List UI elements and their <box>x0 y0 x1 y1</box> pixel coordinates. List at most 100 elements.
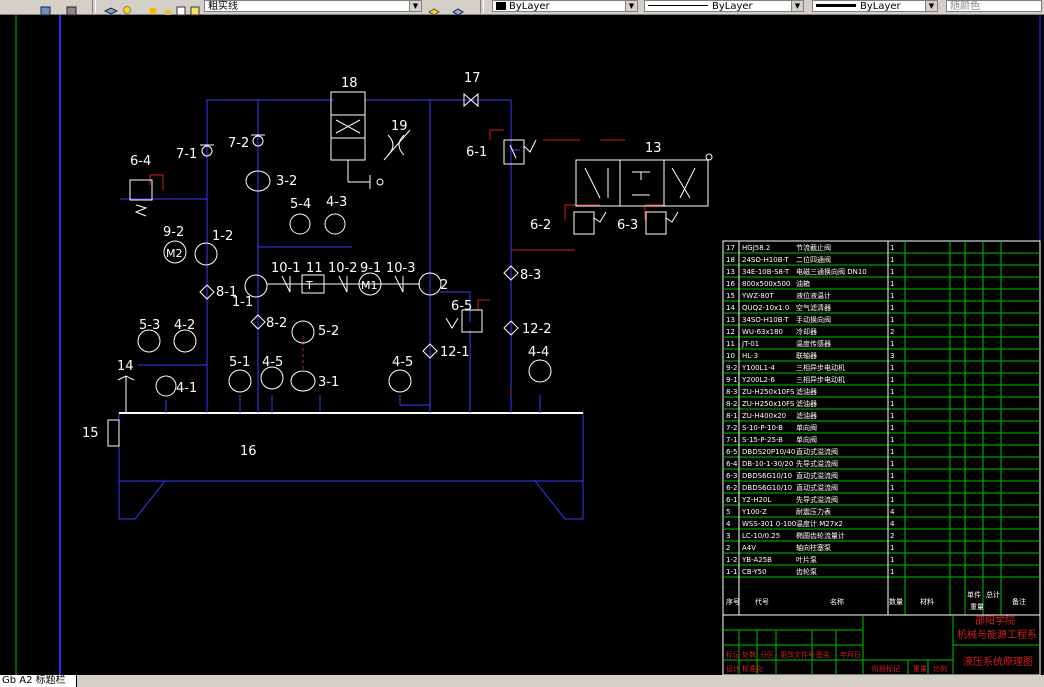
bom-cell-qty: 1 <box>890 412 894 420</box>
bom-cell-code: 34E-10B-S8-T <box>742 268 790 276</box>
bom-cell-code: YB-A25B <box>741 556 772 564</box>
bom-cell-no: 2 <box>726 544 730 552</box>
bom-cell-name: 油箱 <box>796 279 810 288</box>
lock-icon[interactable] <box>163 1 174 15</box>
bom-header-no: 序号 <box>726 597 740 606</box>
bom-header-qty: 数量 <box>889 597 903 606</box>
bom-cell-qty: 1 <box>890 316 894 324</box>
label: 6-5 <box>451 299 472 314</box>
bom-cell-qty: 1 <box>890 292 894 300</box>
bom-cell-no: 18 <box>726 256 735 264</box>
bom-cell-qty: 1 <box>890 544 894 552</box>
chevron-down-icon[interactable]: ▼ <box>925 1 937 11</box>
bom-cell-code: Y200L2-6 <box>741 376 776 384</box>
school-name: 邵阳学院 <box>975 614 1015 627</box>
label: 3-1 <box>318 375 339 390</box>
bom-cell-no: 9-2 <box>726 364 737 372</box>
bom-cell-name: 三相异步电动机 <box>796 375 845 384</box>
drawing-canvas[interactable]: 18 17 19 13 6-1 6-4 6-2 6-3 6-5 7-1 7-2 … <box>0 15 1044 684</box>
bom-cell-no: 5 <box>726 508 730 516</box>
chevron-down-icon[interactable]: ▼ <box>791 1 803 11</box>
color-combo[interactable]: ByLayer ▼ <box>492 0 638 12</box>
bom-cell-name: 单向阀 <box>796 423 817 432</box>
bom-cell-code: S-10-P-10-B <box>742 424 783 432</box>
label: 10-3 <box>386 261 416 276</box>
department-name: 机械与能源工程系 <box>957 628 1037 641</box>
sun-icon[interactable] <box>148 1 159 15</box>
hydraulic-schematic: 18 17 19 13 6-1 6-4 6-2 6-3 6-5 7-1 7-2 … <box>15 15 1041 684</box>
bom-cell-no: 12 <box>726 328 735 336</box>
title-block-cell: 更改文件号 <box>780 650 815 659</box>
label: 5-2 <box>318 324 339 339</box>
bom-cell-name: 先导式溢流阀 <box>796 495 838 504</box>
bom-cell-code: HGJ58.2 <box>742 244 770 252</box>
chevron-down-icon[interactable]: ▼ <box>409 1 421 11</box>
layout-tab[interactable]: Gb A2 标题栏 <box>0 675 77 687</box>
bom-cell-name: 齿轮泵 <box>796 567 817 576</box>
bill-of-materials: 17 HGJ58.2 节流截止阀 118 24SO-H10B-T 二位四通阀 113 34E-… <box>722 240 1041 616</box>
bom-cell-qty: 1 <box>890 388 894 396</box>
bom-cell-qty: 4 <box>890 520 895 528</box>
bom-cell-name: 滤油器 <box>796 411 817 420</box>
bom-cell-no: 16 <box>726 280 735 288</box>
bom-cell-code: S-15-P-25-B <box>742 436 783 444</box>
bom-cell-name: 椭圆齿轮流量计 <box>796 531 845 540</box>
bom-cell-no: 7-1 <box>726 436 737 444</box>
directional-valve-13 <box>575 153 713 207</box>
bom-cell-qty: 1 <box>890 568 894 576</box>
bom-cell-qty: 1 <box>890 460 894 468</box>
bom-cell-no: 10 <box>726 352 735 360</box>
label: M2 <box>166 247 183 260</box>
bom-cell-code: ZU-H250x10FS <box>742 400 795 408</box>
label: 6-4 <box>130 154 151 169</box>
layer-combo[interactable]: 粗实线 ▼ <box>204 0 422 12</box>
bom-cell-code: Y100-Z <box>741 508 767 516</box>
layer-states-icon[interactable] <box>40 1 51 16</box>
relief-valve-6-2 <box>573 211 607 235</box>
color-swatch-icon <box>496 2 506 10</box>
layer-previous-2-icon[interactable] <box>452 1 464 16</box>
label: 6-2 <box>530 218 551 233</box>
plotstyle-combo[interactable]: 随颜色 <box>946 0 1042 12</box>
separator <box>480 0 484 13</box>
bom-cell-no: 6-2 <box>726 484 737 492</box>
bom-cell-qty: 1 <box>890 472 894 480</box>
label: 17 <box>464 71 481 86</box>
layer-manager-icon[interactable] <box>103 1 119 15</box>
bom-cell-code: DB-10-1-30/20 <box>742 460 793 468</box>
bom-header-total: 总计 <box>986 590 1000 599</box>
bom-cell-name: 滤油器 <box>796 399 817 408</box>
bom-cell-no: 6-4 <box>726 460 738 468</box>
label: 6-3 <box>617 218 638 233</box>
bom-cell-no: 9-1 <box>726 376 737 384</box>
lineweight-combo-value: ByLayer <box>860 1 901 12</box>
bom-cell-no: 6-5 <box>726 448 737 456</box>
label: 4-2 <box>174 318 195 333</box>
bom-cell-qty: 1 <box>890 268 894 276</box>
bom-cell-code: DBDS6G10/10 <box>742 484 792 492</box>
lineweight-combo[interactable]: ByLayer ▼ <box>812 0 938 12</box>
label: 4-4 <box>528 345 549 360</box>
chevron-down-icon[interactable]: ▼ <box>625 1 637 11</box>
bom-cell-qty: 1 <box>890 556 894 564</box>
bom-cell-code: QUQ2-10x1.0 <box>742 304 789 312</box>
bom-header-unit: 单件 <box>967 590 981 599</box>
plot-icon[interactable] <box>190 1 201 16</box>
bom-header-remark: 备注 <box>1012 597 1026 606</box>
bom-cell-name: 节流截止阀 <box>796 243 831 252</box>
bom-cell-no: 13 <box>726 316 735 324</box>
bom-cell-name: 手动换向阀 <box>796 315 831 324</box>
bom-cell-name: 电磁三通换向阀 DN10 <box>796 267 867 276</box>
color-square-icon[interactable] <box>176 1 187 16</box>
bom-cell-code: ZU-H250x10FS <box>742 388 795 396</box>
linetype-combo[interactable]: ByLayer ▼ <box>644 0 804 12</box>
layer-previous-icon[interactable] <box>66 1 77 16</box>
make-current-icon[interactable] <box>428 1 440 16</box>
bom-cell-no: 3 <box>726 532 730 540</box>
plotstyle-combo-value: 随颜色 <box>950 1 980 12</box>
title-block-cell: 阶段标记 <box>872 664 900 673</box>
bom-cell-no: 6-1 <box>726 496 737 504</box>
label: 7-1 <box>176 147 197 162</box>
bom-cell-no: 1-2 <box>726 556 737 564</box>
lightbulb-icon[interactable] <box>122 1 133 14</box>
